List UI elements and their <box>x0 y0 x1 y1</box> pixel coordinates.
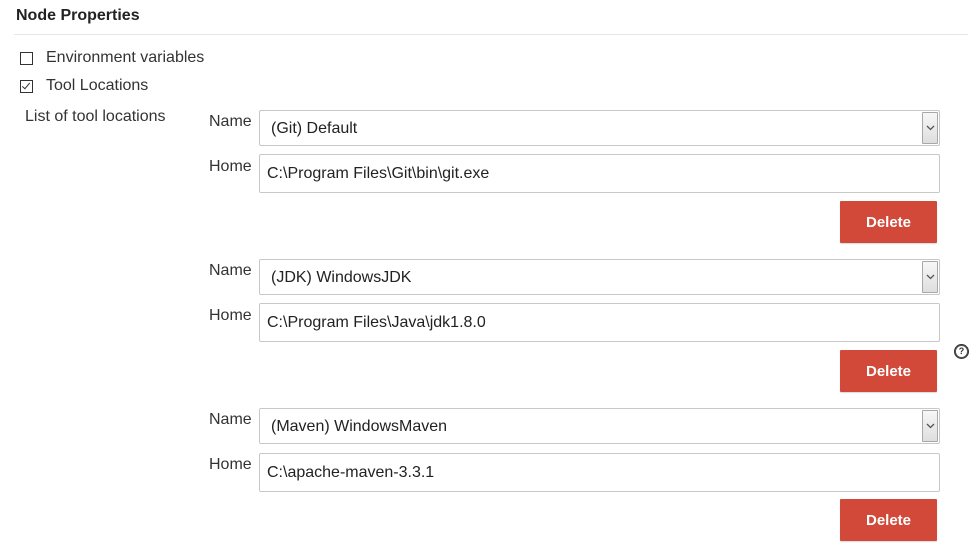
name-label: Name <box>209 411 252 428</box>
home-label: Home <box>209 456 252 473</box>
tool-locations-list-label: List of tool locations <box>25 108 166 125</box>
home-label: Home <box>209 307 252 324</box>
chevron-down-icon <box>926 125 935 131</box>
chevron-down-icon <box>926 423 935 429</box>
home-label: Home <box>209 158 252 175</box>
environment-variables-label: Environment variables <box>46 49 205 66</box>
section-divider <box>14 34 968 35</box>
help-icon-glyph: ? <box>956 346 967 357</box>
delete-button[interactable]: Delete <box>840 201 937 243</box>
tool-home-input[interactable]: C:\Program Files\Git\bin\git.exe <box>259 154 940 193</box>
name-label: Name <box>209 262 252 279</box>
tool-name-select[interactable]: (JDK) WindowsJDK <box>259 259 940 295</box>
help-icon[interactable]: ? <box>954 344 969 359</box>
tool-home-value: C:\Program Files\Java\jdk1.8.0 <box>267 314 486 331</box>
dropdown-arrow[interactable] <box>922 261 938 293</box>
tool-name-value: (Maven) WindowsMaven <box>271 418 448 435</box>
tool-name-select[interactable]: (Maven) WindowsMaven <box>259 408 940 444</box>
tool-locations-checkbox[interactable] <box>20 79 33 93</box>
tool-name-select[interactable]: (Git) Default <box>259 110 940 146</box>
tool-home-input[interactable]: C:\Program Files\Java\jdk1.8.0 <box>259 303 940 342</box>
tool-locations-label: Tool Locations <box>46 77 149 94</box>
tool-name-value: (JDK) WindowsJDK <box>271 269 412 286</box>
dropdown-arrow[interactable] <box>922 410 938 442</box>
tool-home-value: C:\apache-maven-3.3.1 <box>267 464 435 481</box>
delete-button[interactable]: Delete <box>840 350 937 392</box>
tool-home-value: C:\Program Files\Git\bin\git.exe <box>267 165 490 182</box>
environment-variables-checkbox[interactable] <box>20 51 33 65</box>
chevron-down-icon <box>926 274 935 280</box>
name-label: Name <box>209 113 252 130</box>
delete-button[interactable]: Delete <box>840 499 937 541</box>
tool-home-input[interactable]: C:\apache-maven-3.3.1 <box>259 453 940 492</box>
option-environment-variables[interactable]: Environment variables <box>20 49 204 67</box>
option-tool-locations[interactable]: Tool Locations <box>20 77 148 95</box>
tool-name-value: (Git) Default <box>271 120 358 137</box>
dropdown-arrow[interactable] <box>922 112 938 144</box>
node-properties-title: Node Properties <box>16 7 140 24</box>
